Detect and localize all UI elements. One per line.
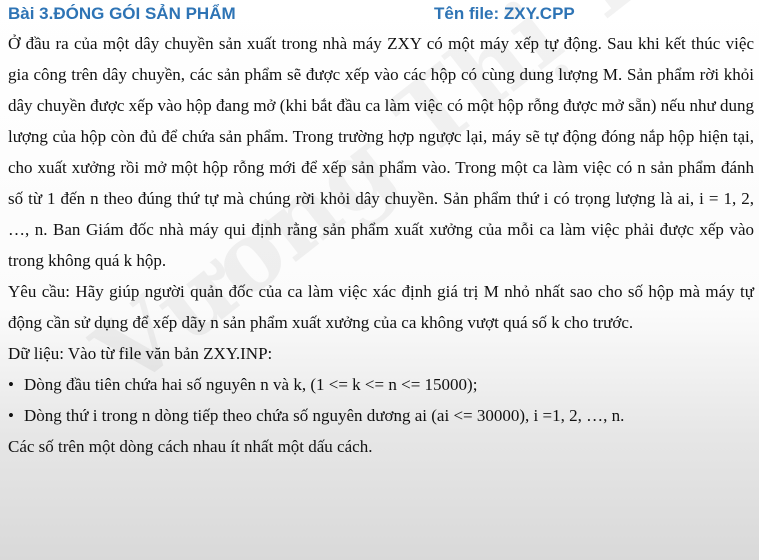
bullet-icon: • (8, 375, 14, 394)
description-paragraph: Ở đầu ra của một dây chuyền sản xuất tro… (8, 34, 754, 270)
input-format-list: • Dòng đầu tiên chứa hai số nguyên n và … (8, 369, 754, 431)
list-item: • Dòng thứ i trong n dòng tiếp theo chứa… (8, 400, 754, 431)
requirement-paragraph: Yêu cầu: Hãy giúp người quản đốc của ca … (8, 282, 754, 332)
problem-header: Bài 3.ĐÓNG GÓI SẢN PHẨM Tên file: ZXY.CP… (8, 4, 753, 28)
closing-paragraph: Các số trên một dòng cách nhau ít nhất m… (8, 437, 373, 456)
problem-title: Bài 3.ĐÓNG GÓI SẢN PHẨM (8, 4, 236, 23)
list-item-text: Dòng đầu tiên chứa hai số nguyên n và k,… (24, 375, 478, 394)
file-name: Tên file: ZXY.CPP (434, 4, 575, 23)
input-heading: Dữ liệu: Vào từ file văn bản ZXY.INP: (8, 344, 273, 363)
list-item: • Dòng đầu tiên chứa hai số nguyên n và … (8, 369, 754, 400)
list-item-text: Dòng thứ i trong n dòng tiếp theo chứa s… (24, 406, 625, 425)
bullet-icon: • (8, 406, 14, 425)
problem-statement: Ở đầu ra của một dây chuyền sản xuất tro… (8, 28, 754, 462)
